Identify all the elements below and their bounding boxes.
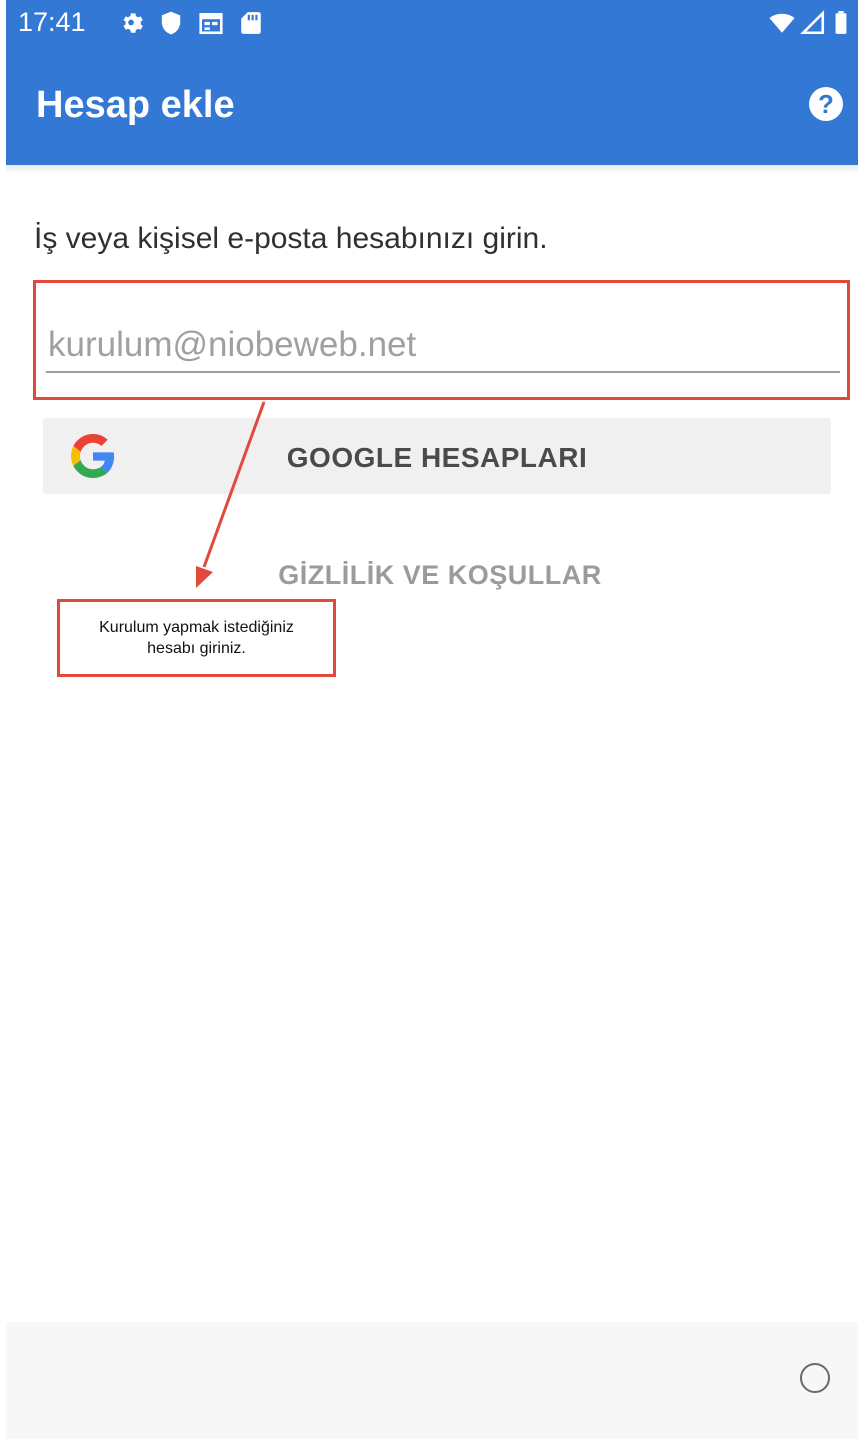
gear-icon [123, 13, 143, 33]
app-bar: 17:41 Hesap ekle ? [6, 0, 858, 165]
shield-icon [161, 11, 181, 35]
annotation-callout: Kurulum yapmak istediğiniz hesabı girini… [57, 599, 336, 677]
calendar-icon [199, 13, 223, 35]
email-input[interactable] [46, 319, 840, 373]
cellular-signal-icon [800, 10, 825, 35]
battery-icon [835, 11, 847, 34]
google-accounts-button[interactable]: GOOGLE HESAPLARI [43, 418, 831, 494]
callout-text: Kurulum yapmak istediğiniz hesabı girini… [99, 619, 294, 657]
circle-icon[interactable] [800, 1363, 830, 1393]
app-bar-shadow [6, 165, 858, 173]
status-bar: 17:41 [6, 0, 858, 46]
help-icon[interactable]: ? [808, 86, 844, 122]
privacy-terms-link[interactable]: GİZLİLİK VE KOŞULLAR [6, 560, 858, 591]
wifi-icon [769, 13, 795, 33]
svg-text:?: ? [818, 89, 834, 119]
navigation-bar [6, 1322, 858, 1439]
status-time: 17:41 [18, 7, 86, 37]
sd-card-icon [241, 12, 261, 34]
email-highlight-box [33, 280, 850, 400]
page-title: Hesap ekle [36, 84, 235, 126]
screen: 17:41 Hesap ekle ? İş veya kişisel e-pos… [6, 0, 858, 1439]
instruction-text: İş veya kişisel e-posta hesabınızı girin… [34, 222, 548, 255]
google-accounts-label: GOOGLE HESAPLARI [286, 442, 588, 473]
